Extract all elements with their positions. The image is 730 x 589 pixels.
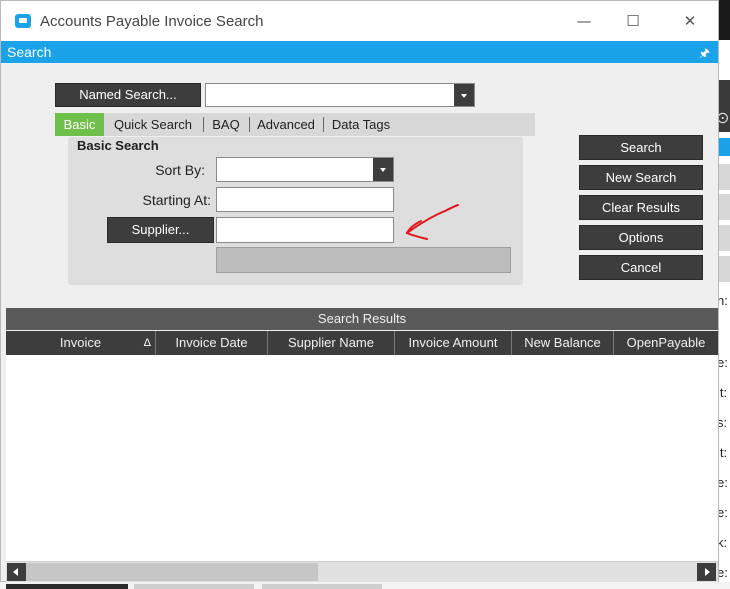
- scroll-left-icon[interactable]: [7, 563, 26, 581]
- scroll-right-icon[interactable]: [697, 563, 716, 581]
- scroll-thumb[interactable]: [26, 563, 318, 581]
- tab-quick-search[interactable]: Quick Search: [105, 113, 201, 136]
- column-header-label: Invoice: [59, 335, 102, 350]
- search-results-title: Search Results: [6, 308, 718, 330]
- tab-divider: [249, 117, 250, 132]
- column-header-invoice-date[interactable]: Invoice Date: [156, 331, 268, 355]
- background-toolbar: [718, 0, 730, 40]
- tab-divider: [323, 117, 324, 132]
- starting-at-label: Starting At:: [142, 192, 211, 208]
- starting-at-input[interactable]: [216, 187, 394, 212]
- search-panel-header: Search 🖈: [1, 41, 718, 63]
- sort-by-combo[interactable]: [216, 157, 394, 182]
- named-search-button[interactable]: Named Search...: [55, 83, 201, 107]
- clear-results-button[interactable]: Clear Results: [579, 195, 703, 220]
- tab-basic[interactable]: Basic: [55, 113, 104, 136]
- background-field: [718, 225, 730, 251]
- maximize-button[interactable]: ☐: [618, 9, 648, 33]
- results-grid-body[interactable]: [6, 355, 718, 561]
- panel-title: Search: [7, 44, 52, 60]
- close-button[interactable]: ✕: [675, 9, 705, 33]
- supplier-button[interactable]: Supplier...: [107, 217, 214, 243]
- background-field: [718, 164, 730, 190]
- supplier-input[interactable]: [216, 217, 394, 243]
- column-header-invoice[interactable]: Invoice Δ: [6, 331, 156, 355]
- named-search-combo[interactable]: [205, 83, 475, 107]
- pin-icon[interactable]: 🖈: [699, 44, 710, 65]
- chevron-down-icon[interactable]: [454, 84, 474, 106]
- search-button[interactable]: Search: [579, 135, 703, 160]
- column-header-new-balance[interactable]: New Balance: [512, 331, 614, 355]
- results-grid-header: Invoice Δ Invoice Date Supplier Name Inv…: [6, 331, 718, 355]
- new-search-button[interactable]: New Search: [579, 165, 703, 190]
- column-header-supplier-name[interactable]: Supplier Name: [268, 331, 395, 355]
- annotation-arrow-icon: [405, 204, 459, 240]
- background-field: [718, 194, 730, 220]
- progress-bar: [216, 247, 511, 273]
- tab-data-tags[interactable]: Data Tags: [325, 113, 397, 136]
- background-bottom-tab[interactable]: [6, 584, 128, 589]
- app-icon: [15, 14, 31, 28]
- invoice-search-window: Accounts Payable Invoice Search — ☐ ✕ Se…: [0, 0, 719, 582]
- minimize-button[interactable]: —: [569, 9, 599, 33]
- chevron-down-icon[interactable]: [373, 158, 393, 181]
- column-header-open-payable[interactable]: OpenPayable: [614, 331, 718, 355]
- tab-advanced[interactable]: Advanced: [251, 113, 321, 136]
- tab-baq[interactable]: BAQ: [205, 113, 247, 136]
- basic-search-title: Basic Search: [77, 138, 159, 153]
- cancel-button[interactable]: Cancel: [579, 255, 703, 280]
- tab-divider: [203, 117, 204, 132]
- background-accent-band: [718, 138, 730, 156]
- horizontal-scrollbar[interactable]: [6, 561, 718, 582]
- background-bottom-tab[interactable]: [134, 584, 254, 589]
- options-button[interactable]: Options: [579, 225, 703, 250]
- title-bar[interactable]: Accounts Payable Invoice Search — ☐ ✕: [1, 1, 718, 41]
- background-bottom-tab[interactable]: [262, 584, 382, 589]
- column-header-invoice-amount[interactable]: Invoice Amount: [395, 331, 512, 355]
- sort-by-label: Sort By:: [155, 162, 205, 178]
- sort-ascending-icon: Δ: [143, 337, 151, 349]
- window-title: Accounts Payable Invoice Search: [40, 13, 264, 30]
- background-field: [718, 256, 730, 282]
- search-tabs: Basic Quick Search BAQ Advanced Data Tag…: [55, 113, 535, 136]
